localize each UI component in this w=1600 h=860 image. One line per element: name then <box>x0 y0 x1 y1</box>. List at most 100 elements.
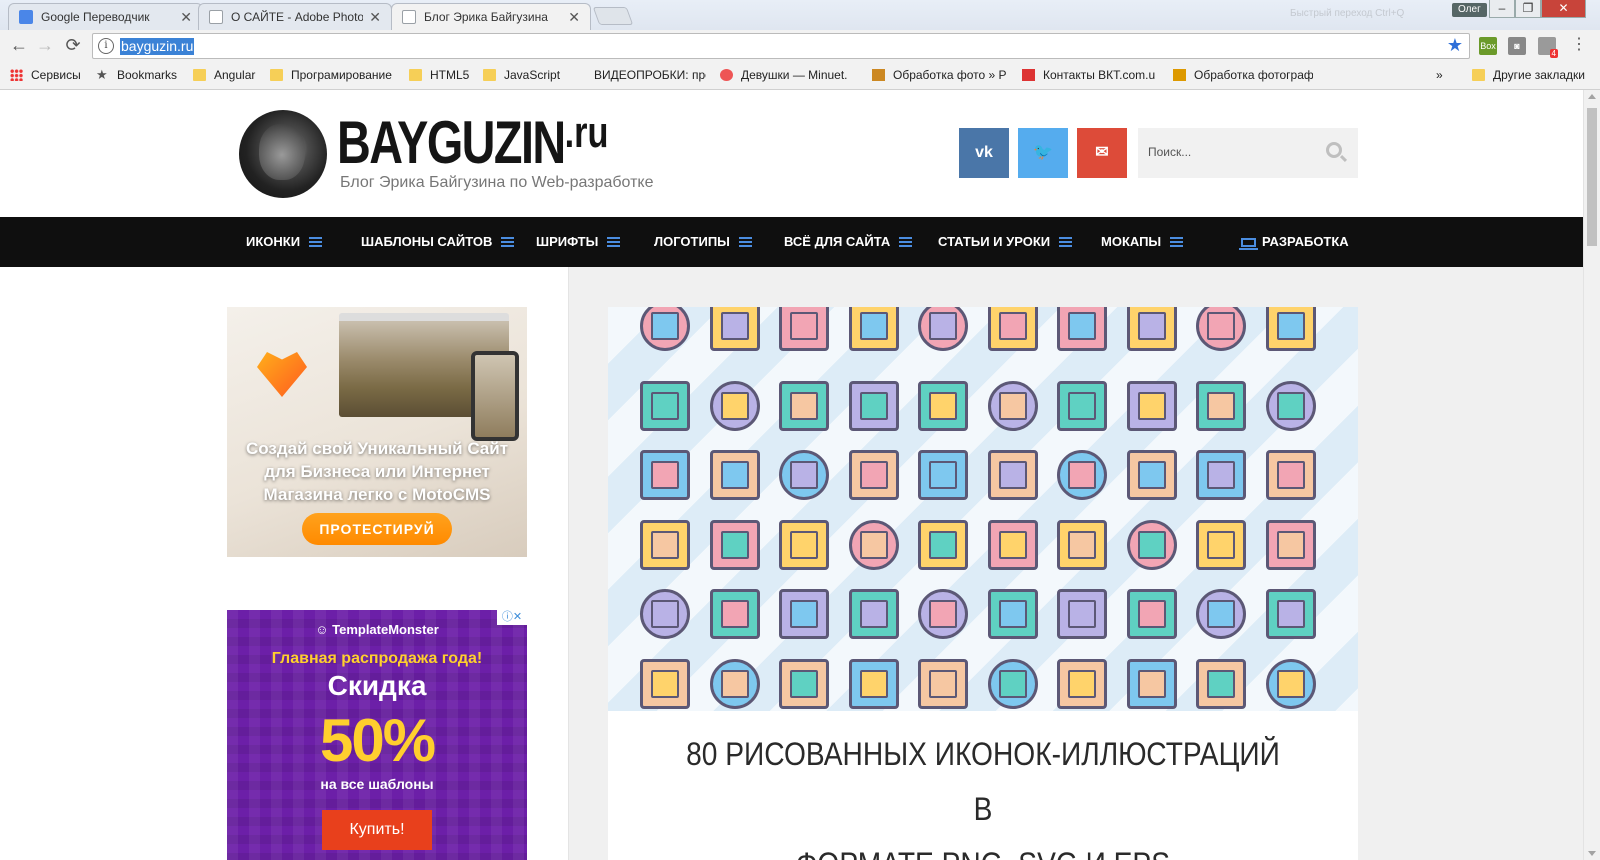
back-arrow-icon[interactable]: ← <box>8 34 30 56</box>
illustration-icon <box>918 658 968 709</box>
hamburger-icon <box>501 237 515 247</box>
site-logo[interactable]: BAYGUZIN.ru <box>337 108 608 177</box>
extension-box-icon[interactable]: Box <box>1479 37 1497 55</box>
scroll-down-arrow-icon[interactable] <box>1588 851 1596 856</box>
extension-notify-icon[interactable]: 4 <box>1538 37 1558 58</box>
search-icon[interactable] <box>1326 142 1342 158</box>
logo-domain: .ru <box>564 108 609 157</box>
bookmark-html5[interactable]: HTML5 <box>409 68 475 82</box>
email-button[interactable]: ✉ <box>1077 128 1127 178</box>
ad-phone-mockup <box>471 351 519 441</box>
bookmark-other[interactable]: Другие закладки <box>1472 68 1592 82</box>
bookmark-minuet[interactable]: Девушки — Minuet. <box>720 68 860 82</box>
illustration-icon-detail <box>998 530 1027 559</box>
info-icon[interactable]: i <box>98 38 114 54</box>
bookmark-angular[interactable]: Angular <box>193 68 263 82</box>
extension-camera-icon[interactable]: ◙ <box>1508 37 1526 55</box>
bookmark-photo-editing[interactable]: Обработка фотограф <box>1173 68 1313 82</box>
illustration-icon <box>640 658 690 709</box>
menu-item-logos[interactable]: ЛОГОТИПЫ <box>654 217 752 267</box>
menu-item-for-site[interactable]: ВСЁ ДЛЯ САЙТА <box>784 217 913 267</box>
scrollbar-thumb[interactable] <box>1587 108 1597 246</box>
reload-icon[interactable]: ⟳ <box>62 34 84 56</box>
illustration-icon-detail <box>720 530 749 559</box>
minimize-button[interactable]: – <box>1489 0 1515 18</box>
menu-item-fonts[interactable]: ШРИФТЫ <box>536 217 621 267</box>
menu-kebab-icon[interactable]: ⋮ <box>1568 34 1590 56</box>
tab-google-translate[interactable]: Google Переводчик ✕ <box>8 3 203 30</box>
bookmark-videoprobki[interactable]: ВИДЕОПРОБКИ: про <box>594 68 706 82</box>
motocms-ad[interactable]: Создай свой Уникальный Сайт для Бизнеса … <box>227 307 527 557</box>
illustration-icon <box>918 450 968 500</box>
bookmark-programming[interactable]: Програмирование <box>270 68 400 82</box>
illustration-icon-detail <box>790 530 818 559</box>
illustration-icon-detail <box>1137 600 1166 628</box>
templatemonster-ad[interactable]: ⓘ✕ ☺ TemplateMonster Главная распродажа … <box>227 610 527 860</box>
illustration-icon <box>987 658 1038 709</box>
illustration-icon-detail <box>1276 600 1305 628</box>
illustration-icon-detail <box>998 600 1027 628</box>
post-title[interactable]: 80 РИСОВАННЫХ ИКОНОК-ИЛЛЮСТРАЦИЙ В ФОРМА… <box>679 727 1286 860</box>
vk-button[interactable]: vk <box>959 128 1009 178</box>
tab-bayguzin-blog[interactable]: Блог Эрика Байгузина ✕ <box>391 3 591 30</box>
bookmarks-bar: Сервисы ★ Bookmarks Angular Програмирован… <box>0 62 1600 90</box>
post-featured-image[interactable] <box>608 307 1358 711</box>
illustration-icon <box>1265 307 1316 351</box>
illustration-icon-detail <box>998 461 1027 489</box>
folder-icon <box>270 69 283 81</box>
illustration-icon <box>1057 307 1107 351</box>
illustration-icon <box>709 589 760 639</box>
user-profile-button[interactable]: Олег <box>1452 3 1487 17</box>
illustration-icon <box>709 658 760 709</box>
quick-switch-hint: Быстрый переход Ctrl+Q <box>1290 8 1405 19</box>
illustration-icon <box>640 450 690 500</box>
forward-arrow-icon[interactable]: → <box>34 34 56 56</box>
close-window-button[interactable]: ✕ <box>1541 0 1586 18</box>
illustration-icon <box>1196 519 1246 570</box>
illustration-icon <box>709 450 760 500</box>
illustration-icon-detail <box>651 669 679 698</box>
try-button[interactable]: ПРОТЕСТИРУЙ <box>302 513 452 545</box>
close-icon[interactable]: ✕ <box>369 9 381 26</box>
illustration-icon <box>640 519 690 570</box>
menu-item-articles[interactable]: СТАТЬИ И УРОКИ <box>938 217 1073 267</box>
menu-item-icons[interactable]: ИКОНКИ <box>246 217 323 267</box>
illustration-icon-detail <box>651 461 679 489</box>
bookmark-vkt-contacts[interactable]: Контакты ВКТ.com.u <box>1022 68 1162 82</box>
bookmark-bookmarks[interactable]: ★ Bookmarks <box>96 68 184 82</box>
illustration-icon <box>1126 658 1177 709</box>
menu-item-mockups[interactable]: МОКАПЫ <box>1101 217 1184 267</box>
page-scrollbar[interactable] <box>1583 90 1600 860</box>
illustration-icon <box>640 380 690 431</box>
page-icon <box>872 69 885 81</box>
bookmark-photo-processing[interactable]: Обработка фото » P <box>872 68 1012 82</box>
buy-button[interactable]: Купить! <box>322 810 432 850</box>
illustration-icon-detail <box>1207 600 1235 628</box>
menu-item-templates[interactable]: ШАБЛОНЫ САЙТОВ <box>361 217 515 267</box>
new-tab-button[interactable] <box>592 7 634 25</box>
illustration-icon <box>987 450 1038 500</box>
illustration-icon-detail <box>929 600 957 628</box>
bookmark-apps[interactable]: Сервисы <box>10 68 85 82</box>
illustration-icon <box>1265 450 1316 500</box>
close-icon[interactable]: ✕ <box>568 9 580 26</box>
bookmarks-overflow-button[interactable]: » <box>1436 68 1443 82</box>
menu-item-development[interactable]: РАЗРАБОТКА <box>1239 217 1349 267</box>
illustration-icon-detail <box>929 669 957 698</box>
illustration-icon-detail <box>1068 600 1096 628</box>
bookmark-star-icon[interactable]: ★ <box>1447 35 1463 56</box>
tab-adobe-photoshop[interactable]: О САЙТЕ - Adobe Photos ✕ <box>198 3 392 30</box>
scroll-up-arrow-icon[interactable] <box>1588 94 1596 99</box>
site-search-input[interactable]: Поиск... <box>1138 128 1358 178</box>
main-menu: ИКОНКИ ШАБЛОНЫ САЙТОВ ШРИФТЫ ЛОГОТИПЫ ВС… <box>0 217 1583 267</box>
illustration-icon-detail <box>929 312 957 340</box>
author-avatar[interactable] <box>239 110 327 198</box>
maximize-button[interactable]: ❐ <box>1515 0 1541 18</box>
address-bar[interactable]: i bayguzin.ru ★ <box>92 33 1470 59</box>
menu-label: ШАБЛОНЫ САЙТОВ <box>361 234 493 249</box>
illustration-icon <box>1126 450 1177 500</box>
close-icon[interactable]: ✕ <box>180 9 192 26</box>
url-text[interactable]: bayguzin.ru <box>120 38 195 55</box>
bookmark-javascript[interactable]: JavaScript <box>483 68 573 82</box>
twitter-button[interactable]: 🐦 <box>1018 128 1068 178</box>
